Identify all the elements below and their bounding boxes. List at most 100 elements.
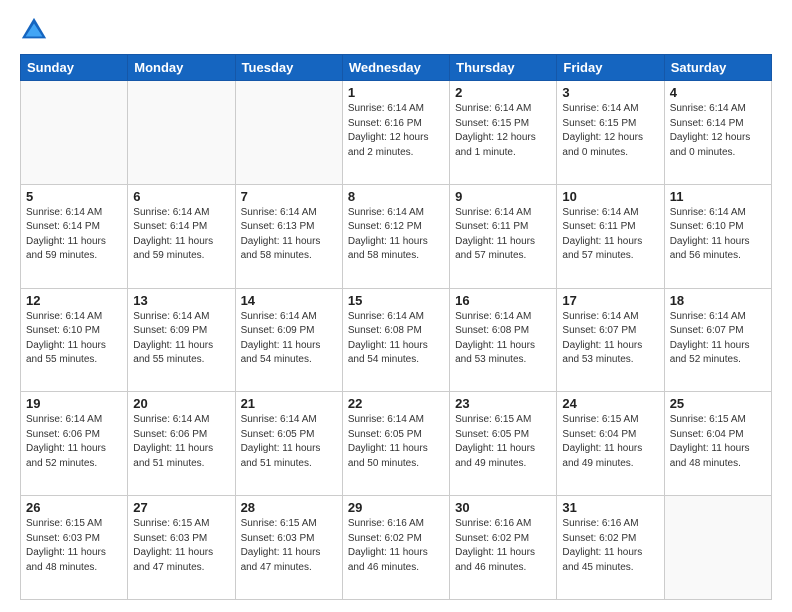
day-info: Sunrise: 6:14 AM Sunset: 6:05 PM Dayligh… bbox=[241, 413, 337, 471]
day-info: Sunrise: 6:15 AM Sunset: 6:03 PM Dayligh… bbox=[26, 517, 122, 575]
day-number: 4 bbox=[670, 85, 766, 100]
table-row: 1 Sunrise: 6:14 AM Sunset: 6:16 PM Daylig… bbox=[342, 81, 449, 185]
table-row bbox=[235, 81, 342, 185]
col-monday: Monday bbox=[128, 55, 235, 81]
day-number: 12 bbox=[26, 293, 122, 308]
day-info: Sunrise: 6:14 AM Sunset: 6:09 PM Dayligh… bbox=[133, 310, 229, 368]
table-row: 7 Sunrise: 6:14 AM Sunset: 6:13 PM Daylig… bbox=[235, 184, 342, 288]
day-number: 1 bbox=[348, 85, 444, 100]
day-info: Sunrise: 6:16 AM Sunset: 6:02 PM Dayligh… bbox=[348, 517, 444, 575]
col-wednesday: Wednesday bbox=[342, 55, 449, 81]
calendar-table: Sunday Monday Tuesday Wednesday Thursday… bbox=[20, 54, 772, 600]
day-number: 21 bbox=[241, 396, 337, 411]
day-info: Sunrise: 6:15 AM Sunset: 6:05 PM Dayligh… bbox=[455, 413, 551, 471]
table-row: 14 Sunrise: 6:14 AM Sunset: 6:09 PM Dayli… bbox=[235, 288, 342, 392]
day-info: Sunrise: 6:14 AM Sunset: 6:16 PM Dayligh… bbox=[348, 102, 444, 160]
day-number: 9 bbox=[455, 189, 551, 204]
day-number: 20 bbox=[133, 396, 229, 411]
day-info: Sunrise: 6:15 AM Sunset: 6:03 PM Dayligh… bbox=[133, 517, 229, 575]
table-row: 30 Sunrise: 6:16 AM Sunset: 6:02 PM Dayli… bbox=[450, 496, 557, 600]
table-row: 16 Sunrise: 6:14 AM Sunset: 6:08 PM Dayli… bbox=[450, 288, 557, 392]
page: Sunday Monday Tuesday Wednesday Thursday… bbox=[0, 0, 792, 612]
logo bbox=[20, 16, 52, 44]
day-number: 14 bbox=[241, 293, 337, 308]
day-number: 30 bbox=[455, 500, 551, 515]
day-info: Sunrise: 6:14 AM Sunset: 6:06 PM Dayligh… bbox=[133, 413, 229, 471]
day-number: 29 bbox=[348, 500, 444, 515]
table-row bbox=[128, 81, 235, 185]
day-info: Sunrise: 6:14 AM Sunset: 6:07 PM Dayligh… bbox=[562, 310, 658, 368]
day-info: Sunrise: 6:16 AM Sunset: 6:02 PM Dayligh… bbox=[455, 517, 551, 575]
table-row bbox=[21, 81, 128, 185]
day-number: 23 bbox=[455, 396, 551, 411]
col-friday: Friday bbox=[557, 55, 664, 81]
day-number: 22 bbox=[348, 396, 444, 411]
day-info: Sunrise: 6:16 AM Sunset: 6:02 PM Dayligh… bbox=[562, 517, 658, 575]
table-row: 6Sunrise: 6:14 AM Sunset: 6:14 PM Daylig… bbox=[128, 184, 235, 288]
day-info: Sunrise: 6:14 AM Sunset: 6:08 PM Dayligh… bbox=[455, 310, 551, 368]
table-row: 19 Sunrise: 6:14 AM Sunset: 6:06 PM Dayli… bbox=[21, 392, 128, 496]
day-number: 2 bbox=[455, 85, 551, 100]
day-info: Sunrise: 6:14 AM Sunset: 6:05 PM Dayligh… bbox=[348, 413, 444, 471]
table-row: 2 Sunrise: 6:14 AM Sunset: 6:15 PM Daylig… bbox=[450, 81, 557, 185]
table-row: 18 Sunrise: 6:14 AM Sunset: 6:07 PM Dayli… bbox=[664, 288, 771, 392]
day-number: 15 bbox=[348, 293, 444, 308]
day-info: Sunrise: 6:14 AM Sunset: 6:14 PM Dayligh… bbox=[26, 206, 122, 264]
table-row: 12Sunrise: 6:14 AM Sunset: 6:10 PM Dayli… bbox=[21, 288, 128, 392]
table-row: 26 Sunrise: 6:15 AM Sunset: 6:03 PM Dayli… bbox=[21, 496, 128, 600]
day-info: Sunrise: 6:14 AM Sunset: 6:14 PM Dayligh… bbox=[670, 102, 766, 160]
day-info: Sunrise: 6:14 AM Sunset: 6:13 PM Dayligh… bbox=[241, 206, 337, 264]
day-info: Sunrise: 6:14 AM Sunset: 6:15 PM Dayligh… bbox=[455, 102, 551, 160]
day-info: Sunrise: 6:15 AM Sunset: 6:03 PM Dayligh… bbox=[241, 517, 337, 575]
day-number: 7 bbox=[241, 189, 337, 204]
day-info: Sunrise: 6:14 AM Sunset: 6:11 PM Dayligh… bbox=[455, 206, 551, 264]
day-info: Sunrise: 6:14 AM Sunset: 6:09 PM Dayligh… bbox=[241, 310, 337, 368]
day-number: 13 bbox=[133, 293, 229, 308]
col-tuesday: Tuesday bbox=[235, 55, 342, 81]
day-info: Sunrise: 6:15 AM Sunset: 6:04 PM Dayligh… bbox=[670, 413, 766, 471]
day-number: 28 bbox=[241, 500, 337, 515]
table-row: 20 Sunrise: 6:14 AM Sunset: 6:06 PM Dayli… bbox=[128, 392, 235, 496]
day-number: 11 bbox=[670, 189, 766, 204]
day-number: 26 bbox=[26, 500, 122, 515]
day-info: Sunrise: 6:14 AM Sunset: 6:14 PM Dayligh… bbox=[133, 206, 229, 264]
col-thursday: Thursday bbox=[450, 55, 557, 81]
table-row: 31 Sunrise: 6:16 AM Sunset: 6:02 PM Dayli… bbox=[557, 496, 664, 600]
day-number: 5 bbox=[26, 189, 122, 204]
calendar-week-row: 26 Sunrise: 6:15 AM Sunset: 6:03 PM Dayli… bbox=[21, 496, 772, 600]
day-info: Sunrise: 6:14 AM Sunset: 6:07 PM Dayligh… bbox=[670, 310, 766, 368]
day-info: Sunrise: 6:14 AM Sunset: 6:11 PM Dayligh… bbox=[562, 206, 658, 264]
calendar-header-row: Sunday Monday Tuesday Wednesday Thursday… bbox=[21, 55, 772, 81]
calendar-week-row: 12Sunrise: 6:14 AM Sunset: 6:10 PM Dayli… bbox=[21, 288, 772, 392]
col-sunday: Sunday bbox=[21, 55, 128, 81]
table-row: 23 Sunrise: 6:15 AM Sunset: 6:05 PM Dayli… bbox=[450, 392, 557, 496]
day-info: Sunrise: 6:14 AM Sunset: 6:08 PM Dayligh… bbox=[348, 310, 444, 368]
day-number: 31 bbox=[562, 500, 658, 515]
table-row: 28 Sunrise: 6:15 AM Sunset: 6:03 PM Dayli… bbox=[235, 496, 342, 600]
table-row: 9 Sunrise: 6:14 AM Sunset: 6:11 PM Daylig… bbox=[450, 184, 557, 288]
day-info: Sunrise: 6:15 AM Sunset: 6:04 PM Dayligh… bbox=[562, 413, 658, 471]
calendar-week-row: 19 Sunrise: 6:14 AM Sunset: 6:06 PM Dayli… bbox=[21, 392, 772, 496]
calendar-week-row: 5 Sunrise: 6:14 AM Sunset: 6:14 PM Daylig… bbox=[21, 184, 772, 288]
day-number: 3 bbox=[562, 85, 658, 100]
col-saturday: Saturday bbox=[664, 55, 771, 81]
logo-icon bbox=[20, 16, 48, 44]
day-info: Sunrise: 6:14 AM Sunset: 6:10 PM Dayligh… bbox=[670, 206, 766, 264]
day-info: Sunrise: 6:14 AM Sunset: 6:06 PM Dayligh… bbox=[26, 413, 122, 471]
day-number: 19 bbox=[26, 396, 122, 411]
calendar-week-row: 1 Sunrise: 6:14 AM Sunset: 6:16 PM Daylig… bbox=[21, 81, 772, 185]
table-row: 29 Sunrise: 6:16 AM Sunset: 6:02 PM Dayli… bbox=[342, 496, 449, 600]
day-number: 27 bbox=[133, 500, 229, 515]
day-number: 10 bbox=[562, 189, 658, 204]
day-number: 16 bbox=[455, 293, 551, 308]
table-row: 21 Sunrise: 6:14 AM Sunset: 6:05 PM Dayli… bbox=[235, 392, 342, 496]
day-info: Sunrise: 6:14 AM Sunset: 6:12 PM Dayligh… bbox=[348, 206, 444, 264]
table-row: 13 Sunrise: 6:14 AM Sunset: 6:09 PM Dayli… bbox=[128, 288, 235, 392]
day-number: 25 bbox=[670, 396, 766, 411]
day-number: 18 bbox=[670, 293, 766, 308]
table-row: 3 Sunrise: 6:14 AM Sunset: 6:15 PM Daylig… bbox=[557, 81, 664, 185]
table-row: 17Sunrise: 6:14 AM Sunset: 6:07 PM Dayli… bbox=[557, 288, 664, 392]
table-row: 22 Sunrise: 6:14 AM Sunset: 6:05 PM Dayli… bbox=[342, 392, 449, 496]
day-info: Sunrise: 6:14 AM Sunset: 6:15 PM Dayligh… bbox=[562, 102, 658, 160]
table-row: 15 Sunrise: 6:14 AM Sunset: 6:08 PM Dayli… bbox=[342, 288, 449, 392]
